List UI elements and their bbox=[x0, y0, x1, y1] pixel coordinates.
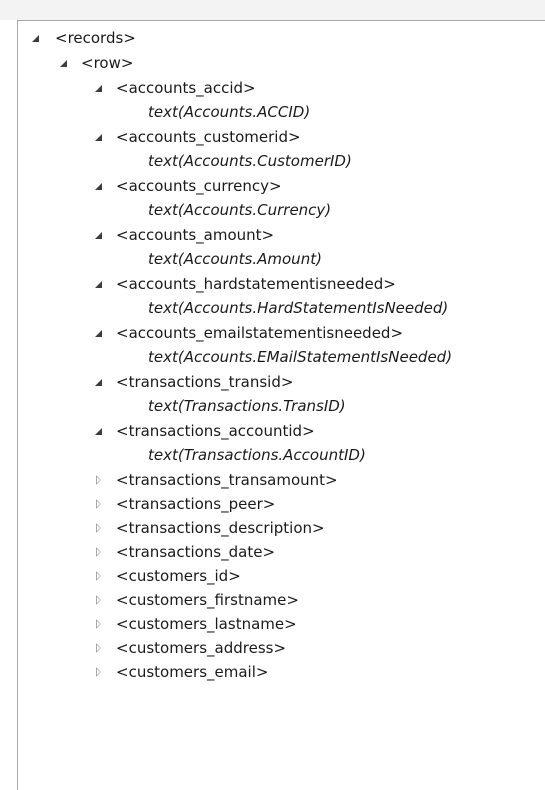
collapse-arrow-icon[interactable] bbox=[93, 613, 105, 635]
tree-node-label: <transactions_transid> bbox=[116, 373, 294, 391]
expand-arrow-icon[interactable] bbox=[93, 273, 105, 295]
tree-node-label: <transactions_transamount> bbox=[116, 471, 338, 489]
collapse-arrow-icon[interactable] bbox=[93, 661, 105, 683]
collapse-arrow-icon[interactable] bbox=[93, 493, 105, 515]
tree-node-label: <transactions_peer> bbox=[116, 495, 276, 513]
tree-node-label: <customers_address> bbox=[116, 639, 287, 657]
binding-text: text(Accounts.EMailStatementIsNeeded) bbox=[148, 348, 453, 366]
collapse-arrow-icon[interactable] bbox=[93, 637, 105, 659]
collapse-arrow-icon[interactable] bbox=[93, 541, 105, 563]
binding-text: text(Accounts.ACCID) bbox=[148, 103, 311, 121]
collapse-arrow-icon[interactable] bbox=[93, 589, 105, 611]
binding-text: text(Transactions.AccountID) bbox=[148, 446, 366, 464]
binding-text: text(Accounts.CustomerID) bbox=[148, 152, 352, 170]
xml-tree-view[interactable]: <records> <row> <accounts_accid> text(Ac… bbox=[17, 20, 545, 790]
collapse-arrow-icon[interactable] bbox=[93, 565, 105, 587]
tree-node-label: <accounts_hardstatementisneeded> bbox=[116, 275, 396, 293]
tree-node-label: <customers_id> bbox=[116, 567, 241, 585]
expand-arrow-icon[interactable] bbox=[93, 77, 105, 99]
tree-node-label: <customers_lastname> bbox=[116, 615, 297, 633]
top-strip bbox=[0, 0, 545, 20]
tree-node-label: <accounts_currency> bbox=[116, 177, 282, 195]
binding-text: text(Transactions.TransID) bbox=[148, 397, 346, 415]
expand-arrow-icon[interactable] bbox=[93, 175, 105, 197]
expand-arrow-icon[interactable] bbox=[93, 371, 105, 393]
expand-arrow-icon[interactable] bbox=[93, 420, 105, 442]
expand-arrow-icon[interactable] bbox=[93, 322, 105, 344]
binding-text: text(Accounts.Currency) bbox=[148, 201, 332, 219]
collapse-arrow-icon[interactable] bbox=[93, 517, 105, 539]
binding-text: text(Accounts.HardStatementIsNeeded) bbox=[148, 299, 449, 317]
tree-node-label: <accounts_emailstatementisneeded> bbox=[116, 324, 404, 342]
tree-node-label: <customers_email> bbox=[116, 663, 269, 681]
expand-arrow-icon[interactable] bbox=[30, 27, 42, 49]
tree-node-label: <accounts_accid> bbox=[116, 79, 256, 97]
expand-arrow-icon[interactable] bbox=[58, 52, 70, 74]
binding-text: text(Accounts.Amount) bbox=[148, 250, 322, 268]
tree-node-label: <customers_firstname> bbox=[116, 591, 299, 609]
tree-node-label: <transactions_date> bbox=[116, 543, 276, 561]
tree-node-label: <transactions_description> bbox=[116, 519, 325, 537]
tree-node-label: <records> bbox=[55, 29, 136, 47]
tree-node-label: <accounts_customerid> bbox=[116, 128, 301, 146]
tree-node-label: <row> bbox=[81, 54, 134, 72]
expand-arrow-icon[interactable] bbox=[93, 224, 105, 246]
tree-node-label: <accounts_amount> bbox=[116, 226, 275, 244]
collapse-arrow-icon[interactable] bbox=[93, 469, 105, 491]
expand-arrow-icon[interactable] bbox=[93, 126, 105, 148]
tree-node-label: <transactions_accountid> bbox=[116, 422, 315, 440]
